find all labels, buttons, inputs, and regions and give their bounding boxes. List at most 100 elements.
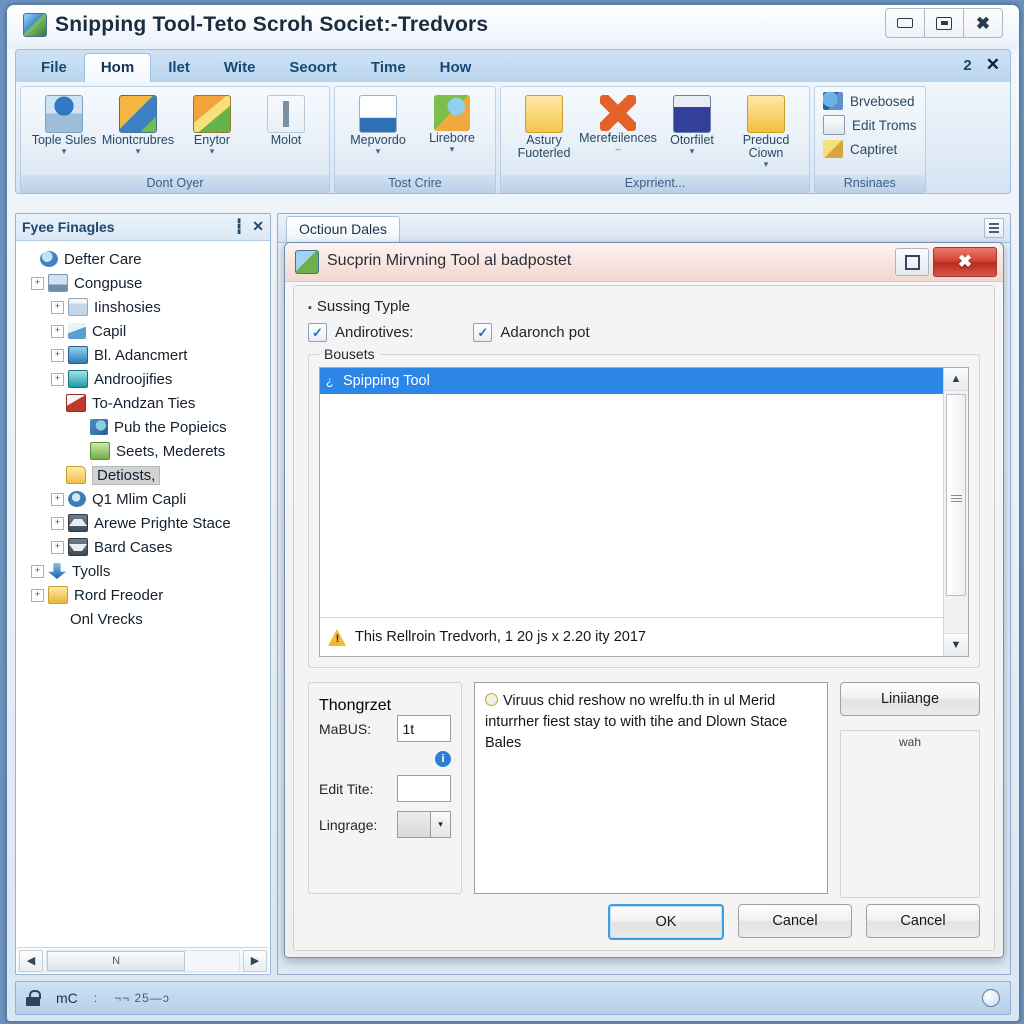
ribbon-item-preducd-ciown[interactable]: Preducd Ciown ▾ [729, 91, 803, 169]
ok-button[interactable]: OK [608, 904, 724, 940]
chevron-down-icon[interactable]: – [615, 145, 620, 154]
folder-down-icon [747, 95, 785, 133]
expander-icon [55, 614, 66, 625]
scroll-thumb[interactable] [946, 394, 966, 596]
ribbon-item-tople-sules[interactable]: Tople Sules ▾ [27, 91, 101, 156]
cancel-button-secondary[interactable]: Cancel [866, 904, 980, 938]
tree-horizontal-scrollbar[interactable]: ◀ N ▶ [17, 947, 269, 973]
expander-icon[interactable]: + [51, 300, 64, 314]
expander-icon[interactable]: + [31, 564, 44, 578]
window-controls: ✖ [885, 8, 1003, 38]
expander-icon[interactable]: + [51, 492, 64, 506]
tree-item-capil[interactable]: + Capil [21, 319, 265, 343]
chevron-down-icon[interactable]: ▾ [376, 147, 381, 156]
scroll-track[interactable]: N [46, 949, 240, 972]
list-items[interactable]: ¿ Spipping Tool [320, 368, 944, 616]
expander-icon[interactable]: + [51, 324, 64, 338]
chevron-down-icon[interactable]: ▾ [430, 812, 450, 837]
tree-view[interactable]: Defter Care + Congpuse + Iinshosies + Ca… [17, 241, 269, 946]
dialog-restore-button[interactable] [895, 248, 929, 276]
ribbon-item-astury-fuoterled[interactable]: Astury Fuoterled [507, 91, 581, 160]
ribbon-item-molot[interactable]: Molot [249, 91, 323, 147]
window-icon [68, 298, 88, 316]
scroll-right-icon[interactable]: ▶ [243, 949, 267, 972]
tree-item-arewe-prighte-stace[interactable]: + Arewe Prighte Stace [21, 511, 265, 535]
list-item[interactable]: ¿ Spipping Tool [320, 368, 944, 394]
ribbon-item-brvebosed[interactable]: Brvebosed [823, 92, 915, 110]
tab-wite[interactable]: Wite [207, 53, 273, 82]
tree-item-congpuse[interactable]: + Congpuse [21, 271, 265, 295]
expander-icon[interactable]: + [51, 348, 64, 362]
checkbox-andirotives[interactable]: ✓ Andirotives: [308, 323, 413, 342]
liniiange-button[interactable]: Liniiange [840, 682, 980, 716]
tree-item-androojifies[interactable]: + Androojifies [21, 367, 265, 391]
chevron-down-icon[interactable]: ▾ [690, 147, 695, 156]
tree-item-pub-the-popieics[interactable]: Pub the Popieics [21, 415, 265, 439]
checkbox-icon[interactable]: ✓ [308, 323, 327, 342]
tree-item-detiosts[interactable]: Detiosts, [21, 463, 265, 487]
checkbox-adaronch-pot[interactable]: ✓ Adaronch pot [473, 323, 590, 342]
ribbon-item-mepvordo[interactable]: Mepvordo ▾ [341, 91, 415, 156]
hamburger-icon[interactable] [984, 218, 1004, 238]
ribbon-item-edit-troms[interactable]: Edit Troms [823, 115, 917, 135]
tab-seoort[interactable]: Seoort [272, 53, 354, 82]
chevron-down-icon[interactable]: ▾ [62, 147, 67, 156]
tree-item-to-andzan-ties[interactable]: To-Andzan Ties [21, 391, 265, 415]
ribbon-item-lirebore[interactable]: Lirebore ▾ [415, 91, 489, 154]
scroll-up-icon[interactable]: ▲ [944, 368, 968, 391]
expander-icon[interactable]: + [51, 372, 64, 386]
list-vertical-scrollbar[interactable]: ▲ ▼ [943, 368, 968, 656]
dialog-close-button[interactable]: ✖ [933, 247, 997, 277]
tree-item-bl-adancmert[interactable]: + Bl. Adancmert [21, 343, 265, 367]
ribbon-item-miontcrubres[interactable]: Miontcrubres ▾ [101, 91, 175, 156]
ribbon-close-icon[interactable]: ✕ [986, 55, 1000, 75]
pin-icon[interactable]: ┇ [235, 218, 243, 235]
info-icon[interactable]: i [435, 751, 451, 767]
status-circle-icon[interactable] [982, 989, 1000, 1007]
maximize-button[interactable] [924, 8, 963, 38]
chevron-down-icon[interactable]: ▾ [210, 147, 215, 156]
tree-item-defter-care[interactable]: Defter Care [21, 247, 265, 271]
tree-item-iinshosies[interactable]: + Iinshosies [21, 295, 265, 319]
list-item-icon: ¿ [326, 374, 334, 388]
expander-icon[interactable]: + [31, 588, 44, 602]
close-icon[interactable]: ✕ [252, 218, 264, 235]
ribbon-item-merefeilences[interactable]: Merefeilences – [579, 91, 657, 154]
tab-time[interactable]: Time [354, 53, 423, 82]
chevron-down-icon[interactable]: ▾ [450, 145, 455, 154]
close-button[interactable]: ✖ [963, 8, 1003, 38]
tab-file[interactable]: File [24, 53, 84, 82]
chevron-down-icon[interactable]: ▾ [136, 147, 141, 156]
mabus-input[interactable]: 1t [396, 715, 451, 742]
minimize-button[interactable] [885, 8, 924, 38]
expander-icon[interactable]: + [51, 540, 64, 554]
checkbox-icon[interactable]: ✓ [473, 323, 493, 342]
tree-item-onl-vrecks[interactable]: Onl Vrecks [21, 607, 265, 631]
ribbon-item-enytor[interactable]: Enytor ▾ [175, 91, 249, 156]
tab-how[interactable]: How [423, 53, 489, 82]
tab-ilet[interactable]: Ilet [151, 53, 207, 82]
ribbon-item-captiret[interactable]: Captiret [823, 140, 897, 158]
tree-item-q1-mlim-capli[interactable]: + Q1 Mlim Capli [21, 487, 265, 511]
scroll-thumb[interactable]: N [47, 950, 186, 971]
tree-item-bard-cases[interactable]: + Bard Cases [21, 535, 265, 559]
title-bar: Snipping Tool-Teto Scroh Societ:-Tredvor… [7, 5, 1019, 49]
ribbon-group-exprrient: Astury Fuoterled Merefeilences – Otorfil… [500, 86, 810, 193]
scroll-left-icon[interactable]: ◀ [19, 949, 43, 972]
tree-item-tyolls[interactable]: + Tyolls [21, 559, 265, 583]
ribbon-item-otorfilet[interactable]: Otorfilet ▾ [655, 91, 729, 156]
tab-hom[interactable]: Hom [83, 53, 152, 82]
ribbon-group-label: Rnsinaes [815, 175, 925, 192]
expander-icon[interactable]: + [51, 516, 64, 530]
tree-item-rord-freoder[interactable]: + Rord Freoder [21, 583, 265, 607]
document-tab-octioun-dales[interactable]: Octioun Dales [286, 216, 400, 242]
cancel-button[interactable]: Cancel [738, 904, 852, 938]
expander-icon[interactable]: + [31, 276, 44, 290]
list-box[interactable]: ¿ Spipping Tool This Rellroin Tredvorh, … [319, 367, 969, 657]
edit-tite-input[interactable] [396, 775, 451, 802]
scroll-down-icon[interactable]: ▼ [944, 633, 968, 656]
lingrage-dropdown[interactable]: ▾ [396, 811, 451, 838]
tree-panel-buttons: ┇ ✕ [235, 218, 264, 235]
chevron-down-icon[interactable]: ▾ [764, 160, 769, 169]
tree-item-seets-mederets[interactable]: Seets, Mederets [21, 439, 265, 463]
